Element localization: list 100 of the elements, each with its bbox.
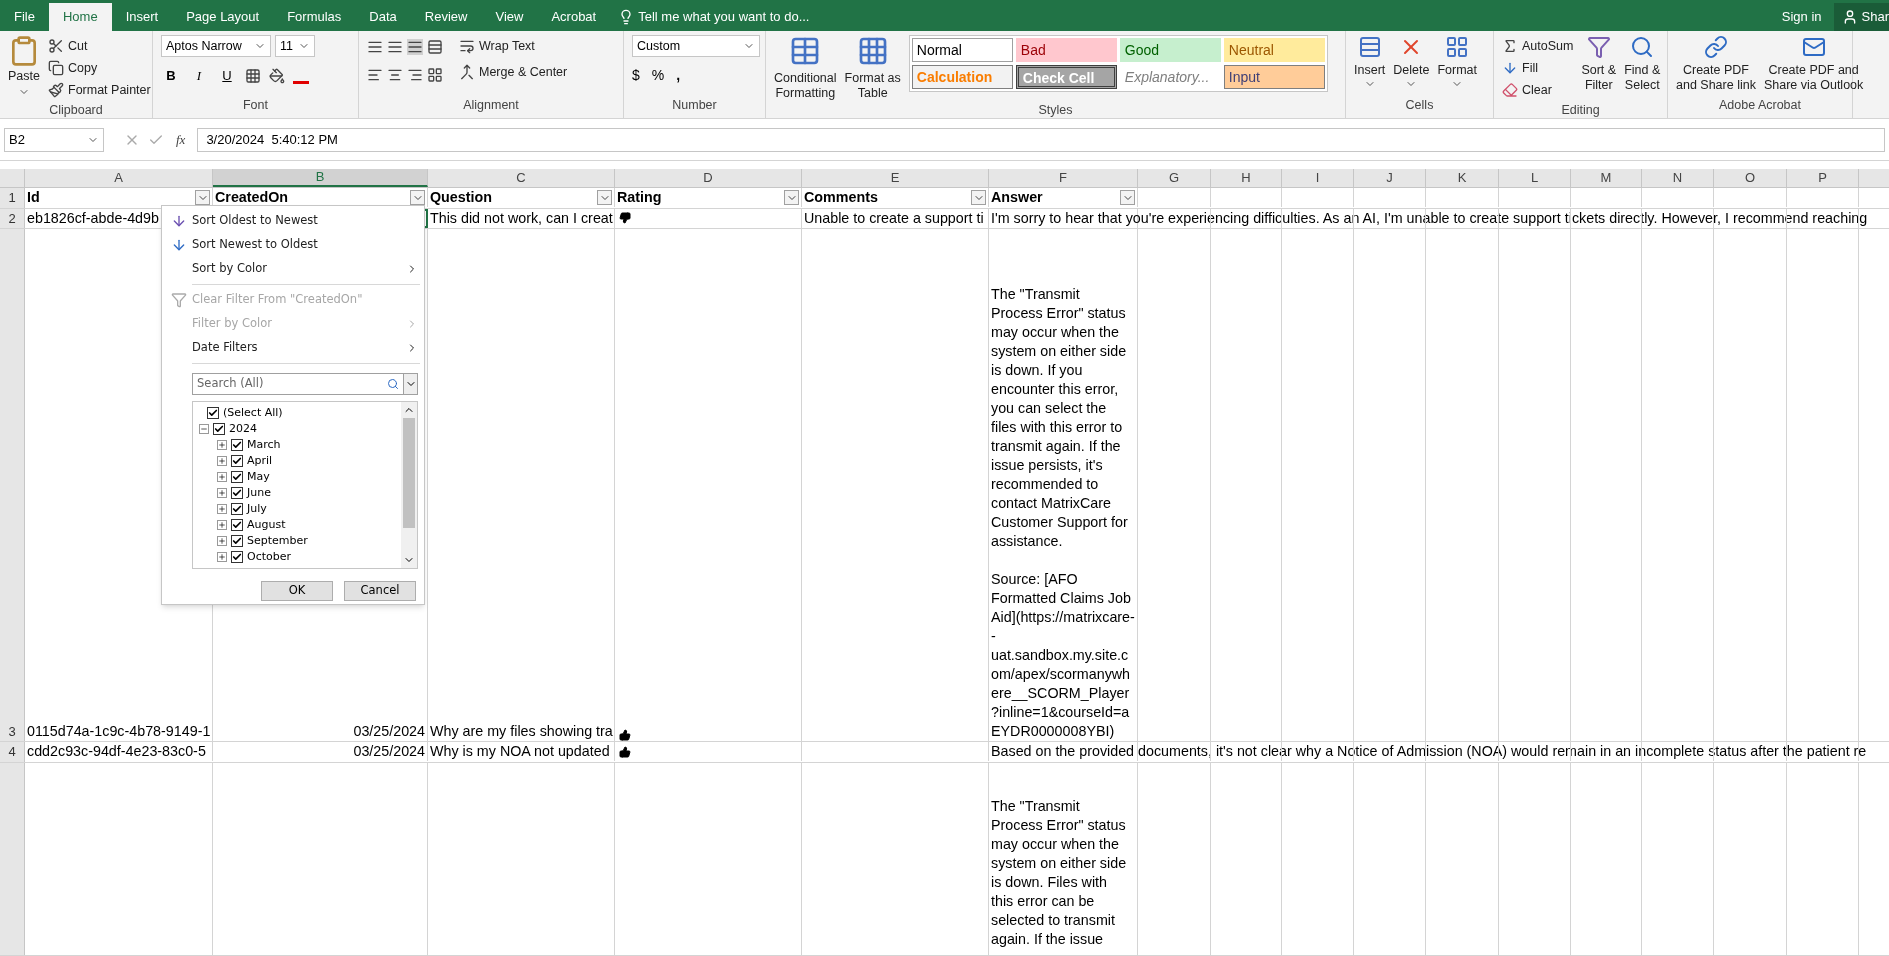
conditional-formatting-button[interactable]: Conditional Formatting [770, 35, 841, 101]
autosum-button[interactable]: AutoSum [1498, 35, 1578, 57]
checkbox[interactable] [207, 407, 219, 419]
ok-button[interactable]: OK [261, 581, 333, 601]
font-size-field[interactable]: 11 [275, 35, 315, 58]
align-right-icon[interactable] [407, 67, 423, 83]
ribbon-tab[interactable]: View [481, 3, 538, 31]
clear-button[interactable]: Clear [1498, 79, 1578, 101]
underline-button[interactable]: U [217, 65, 237, 86]
wrap-text-button[interactable]: Wrap Text [455, 35, 572, 57]
expand-toggle[interactable] [217, 440, 227, 450]
formula-field[interactable]: 3/20/2024 5:40:12 PM [197, 127, 1885, 152]
fill-color-icon[interactable] [269, 67, 285, 84]
column-header[interactable]: C [428, 169, 615, 187]
list-item-label[interactable]: August [247, 516, 286, 534]
cell-style-swatch[interactable]: Normal [911, 38, 1013, 62]
checkbox[interactable] [231, 455, 243, 467]
ribbon-tab[interactable]: Page Layout [172, 3, 274, 31]
scrollbar[interactable] [401, 402, 417, 568]
sign-in-link[interactable]: Sign in [1769, 3, 1834, 31]
create-pdf-link-button[interactable]: Create PDF and Share link [1672, 35, 1760, 93]
format-painter-button[interactable]: Format Painter [44, 79, 155, 101]
currency-button[interactable]: $ [632, 65, 640, 86]
list-item-label[interactable]: 2024 [229, 420, 257, 438]
expand-toggle[interactable] [217, 552, 227, 562]
filter-dropdown-button[interactable] [784, 190, 799, 205]
find-select-button[interactable]: Find & Select [1620, 35, 1665, 93]
scrollbar-thumb[interactable] [403, 418, 415, 528]
format-button[interactable]: Format [1433, 35, 1481, 90]
merge-center-button[interactable]: Merge & Center [455, 61, 572, 83]
create-pdf-outlook-button[interactable]: Create PDF and Share via Outlook [1759, 35, 1868, 93]
filter-dropdown-button[interactable] [597, 190, 612, 205]
ribbon-tab[interactable]: Review [410, 3, 482, 31]
delete-button[interactable]: Delete [1389, 35, 1434, 90]
column-header[interactable]: I [1282, 169, 1354, 187]
checkbox[interactable] [213, 423, 225, 435]
bold-button[interactable]: B [161, 65, 181, 86]
font-name-field[interactable]: Aptos Narrow [161, 35, 271, 58]
expand-toggle[interactable] [217, 472, 227, 482]
checkbox[interactable] [231, 535, 243, 547]
ribbon-tab[interactable]: Home [48, 3, 112, 31]
row-header[interactable]: 4 [0, 742, 25, 762]
paste-button[interactable]: Paste [4, 35, 44, 98]
menu-item[interactable]: Sort by Color [162, 257, 424, 281]
column-header[interactable]: F [989, 169, 1138, 187]
name-box[interactable]: B2 [4, 127, 104, 152]
checkbox[interactable] [231, 551, 243, 563]
borders-icon[interactable] [245, 67, 261, 84]
column-header[interactable]: L [1499, 169, 1571, 187]
column-header[interactable]: O [1714, 169, 1787, 187]
copy-button[interactable]: Copy [44, 57, 155, 79]
row-header[interactable]: 1 [0, 188, 25, 208]
column-header[interactable]: D [615, 169, 802, 187]
cut-button[interactable]: Cut [44, 35, 155, 57]
column-header[interactable]: G [1138, 169, 1211, 187]
menu-item[interactable]: Sort Newest to Oldest [162, 233, 424, 257]
percent-button[interactable]: % [651, 65, 665, 86]
menu-item[interactable]: Sort Oldest to Newest [162, 209, 424, 233]
column-header[interactable]: J [1354, 169, 1426, 187]
column-header[interactable]: N [1642, 169, 1714, 187]
filter-dropdown-button[interactable] [195, 190, 210, 205]
filter-dropdown-button[interactable] [971, 190, 986, 205]
list-item-label[interactable]: April [247, 452, 273, 470]
filter-dropdown-button[interactable] [410, 190, 425, 205]
align-center-icon[interactable] [387, 67, 403, 83]
tell-me-search[interactable]: Tell me what you want to do... [638, 7, 810, 27]
search-field[interactable]: Search (All) [192, 373, 418, 395]
checkbox[interactable] [231, 487, 243, 499]
list-item-label[interactable]: May [247, 468, 270, 486]
expand-toggle[interactable] [217, 520, 227, 530]
insert-button[interactable]: Insert [1350, 35, 1390, 90]
ribbon-tab[interactable]: Acrobat [537, 3, 611, 31]
number-format-field[interactable]: Custom [632, 35, 760, 57]
align-middle-icon[interactable] [387, 39, 403, 55]
align-left-icon[interactable] [367, 67, 383, 83]
sort-filter-button[interactable]: Sort & Filter [1577, 35, 1621, 93]
row-header[interactable]: 3 [0, 229, 25, 741]
italic-button[interactable]: I [189, 65, 209, 86]
fill-button[interactable]: Fill [1498, 57, 1578, 79]
insert-function-button[interactable]: fx [172, 129, 190, 150]
cancel-button[interactable]: Cancel [344, 581, 416, 601]
cell-style-swatch[interactable]: Good [1119, 38, 1221, 62]
cell-style-swatch[interactable]: Neutral [1223, 38, 1325, 62]
checkbox[interactable] [231, 471, 243, 483]
share-button[interactable]: Shar [1833, 3, 1889, 31]
format-as-table-button[interactable]: Format as Table [840, 35, 905, 101]
expand-toggle[interactable] [217, 488, 227, 498]
checkbox[interactable] [231, 439, 243, 451]
checkbox[interactable] [231, 503, 243, 515]
list-item-label[interactable]: June [247, 484, 271, 502]
align-bottom-icon[interactable] [407, 39, 423, 55]
column-header[interactable]: H [1211, 169, 1282, 187]
column-header[interactable]: E [802, 169, 989, 187]
ribbon-tab[interactable]: Formulas [273, 3, 356, 31]
list-item-label[interactable]: March [247, 436, 281, 454]
cell-style-swatch[interactable]: Input [1223, 65, 1325, 89]
column-header[interactable]: B [213, 169, 428, 187]
comma-button[interactable]: , [676, 65, 681, 86]
list-item-label[interactable]: October [247, 548, 292, 566]
column-header[interactable]: M [1571, 169, 1642, 187]
